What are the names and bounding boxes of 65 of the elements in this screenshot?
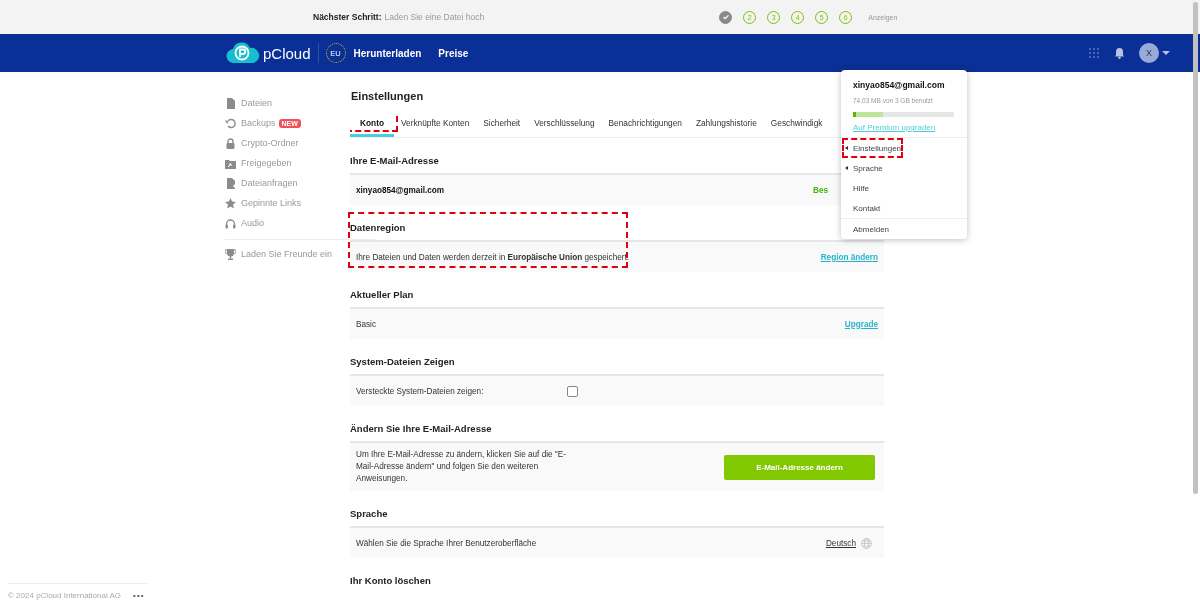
upgrade-link[interactable]: Auf Premium upgraden (841, 117, 967, 137)
section-heading: Ihr Konto löschen (350, 575, 431, 586)
checkbox[interactable] (567, 385, 578, 397)
section-heading: Aktueller Plan (350, 289, 414, 300)
file-icon (225, 97, 236, 109)
email-value: xinyao854@gmail.com (356, 185, 446, 195)
section-heading: Datenregion (350, 222, 406, 233)
menu-item[interactable]: Sprache (841, 158, 967, 178)
settings-tab[interactable]: Sicherheit (476, 112, 528, 137)
sidebar-item[interactable]: Gepinnte Links (225, 193, 340, 213)
apps-grid-icon[interactable] (1088, 47, 1100, 59)
row-link[interactable]: Upgrade (844, 319, 878, 329)
file-request-icon (225, 177, 236, 189)
next-step-label: Nächster Schritt: (313, 12, 382, 22)
backup-icon (225, 117, 236, 129)
settings-tab[interactable]: Geschwindigk (763, 112, 830, 137)
more-menu[interactable]: ••• (133, 590, 145, 600)
nav-link[interactable]: Preise (438, 47, 469, 59)
settings-tab[interactable]: Zahlungshistorie (688, 112, 764, 137)
section-heading: System-Dateien Zeigen (350, 356, 455, 367)
change-email-button[interactable]: E-Mail-Adresse ändern (724, 454, 875, 480)
settings-tab[interactable]: Benachrichtigungen (601, 112, 689, 137)
row-text: Basic (356, 319, 378, 329)
page-title: Einstellungen (351, 90, 424, 102)
user-avatar[interactable]: X (1139, 43, 1159, 63)
step-done-icon[interactable] (719, 10, 733, 24)
bell-icon[interactable] (1114, 47, 1125, 59)
scrollbar[interactable] (1193, 2, 1198, 494)
lock-icon (225, 137, 236, 149)
nav-link[interactable]: Herunterladen (353, 47, 422, 59)
section-heading: Sprache (350, 508, 388, 519)
section-heading: Ändern Sie Ihre E-Mail-Adresse (350, 423, 492, 434)
section-heading: Ihre E-Mail-Adresse (350, 155, 439, 166)
menu-item[interactable]: Hilfe (841, 178, 967, 198)
verified-status: Bes (812, 185, 828, 195)
checkbox-label: Versteckte System-Dateien zeigen: (356, 386, 485, 396)
cloud-logo-icon (226, 42, 260, 64)
sidebar-item[interactable]: Dateianfragen (225, 173, 340, 193)
check-icon (721, 13, 730, 21)
settings-tab[interactable]: Verschlüsselung (527, 112, 602, 137)
account-email: xinyao854@gmail.com (852, 80, 946, 90)
settings-tab[interactable]: Verknüpfte Konten (393, 112, 477, 137)
sidebar-item[interactable]: Crypto-Ordner (225, 133, 340, 153)
sidebar-item[interactable]: Audio (225, 213, 340, 233)
next-step-text: Laden Sie eine Datei hoch (384, 12, 485, 22)
globe-icon (861, 537, 872, 549)
caret-icon[interactable] (1162, 51, 1170, 55)
menu-item[interactable]: Einstellungen (841, 137, 967, 158)
sidebar-item[interactable]: Dateien (225, 93, 340, 113)
star-icon (225, 197, 236, 209)
menu-item[interactable]: Kontakt (841, 198, 967, 218)
sidebar-item[interactable]: Laden Sie Freunde ein (225, 244, 340, 264)
shared-folder-icon (225, 157, 236, 169)
sidebar-item[interactable]: Freigegeben (225, 153, 340, 173)
row-text: Ihre Dateien und Daten werden derzeit in Europäische Union gespeichert. (356, 252, 631, 262)
menu-item[interactable]: Abmelden (841, 218, 967, 239)
row-link[interactable]: Region ändern (820, 252, 878, 262)
row-text: Wählen Sie die Sprache Ihrer Benutzeroberfläche (356, 538, 538, 548)
settings-tab[interactable]: Konto (350, 112, 394, 137)
trophy-icon (225, 248, 236, 260)
brand-name: pCloud (263, 44, 311, 62)
copyright-text: © 2024 pCloud International AG (8, 590, 122, 600)
headphones-icon (225, 217, 236, 229)
language-link[interactable]: Deutsch (825, 538, 856, 548)
row-text: Um Ihre E-Mail-Adresse zu ändern, klicken Sie auf die "E-Mail-Adresse ändern" und folgen Sie den weiteren Anweisungen. (356, 448, 567, 486)
